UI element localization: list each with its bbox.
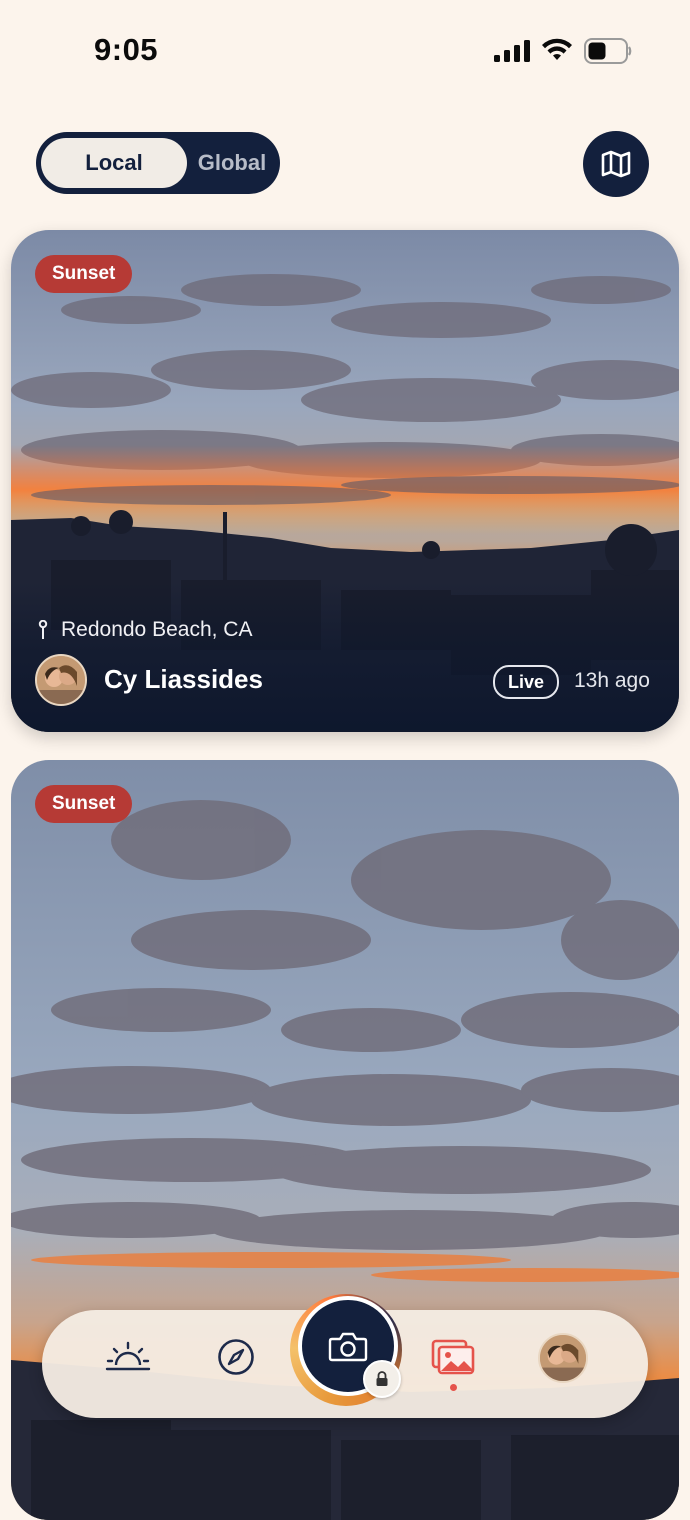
map-button[interactable] bbox=[583, 131, 649, 197]
toggle-global[interactable]: Global bbox=[188, 138, 276, 188]
post-card[interactable]: Sunset Redondo Beach, CA Cy Liassides Li… bbox=[11, 230, 679, 732]
photos-icon bbox=[431, 1339, 475, 1375]
category-tag: Sunset bbox=[35, 785, 133, 823]
tab-gallery[interactable] bbox=[430, 1336, 476, 1378]
user-name[interactable]: Cy Liassides bbox=[104, 664, 263, 695]
post-location: Redondo Beach, CA bbox=[37, 618, 252, 642]
post-timestamp: 13h ago bbox=[574, 669, 650, 692]
sunrise-icon bbox=[105, 1341, 151, 1371]
compass-icon bbox=[218, 1339, 254, 1375]
user-avatar[interactable] bbox=[35, 654, 87, 706]
status-bar: 9:05 bbox=[0, 0, 690, 100]
tab-sunrise[interactable] bbox=[105, 1336, 151, 1378]
map-icon bbox=[601, 150, 631, 178]
location-pin-icon bbox=[38, 620, 48, 639]
toggle-local[interactable]: Local bbox=[41, 138, 187, 188]
camera-icon bbox=[328, 1332, 368, 1362]
lock-icon bbox=[376, 1371, 388, 1386]
category-tag: Sunset bbox=[35, 255, 133, 293]
profile-avatar bbox=[540, 1335, 586, 1381]
battery-icon bbox=[584, 38, 632, 64]
status-time: 9:05 bbox=[94, 32, 159, 67]
active-tab-indicator bbox=[450, 1384, 457, 1391]
cellular-signal-icon bbox=[494, 40, 530, 62]
tab-explore[interactable] bbox=[213, 1336, 259, 1378]
feed-scope-toggle[interactable]: Local Global bbox=[36, 132, 280, 194]
wifi-icon bbox=[542, 38, 572, 60]
tab-profile[interactable] bbox=[538, 1333, 588, 1383]
card-overlay bbox=[11, 582, 679, 732]
location-label: Redondo Beach, CA bbox=[61, 618, 253, 641]
lock-badge bbox=[363, 1360, 401, 1398]
live-badge: Live bbox=[493, 665, 559, 699]
